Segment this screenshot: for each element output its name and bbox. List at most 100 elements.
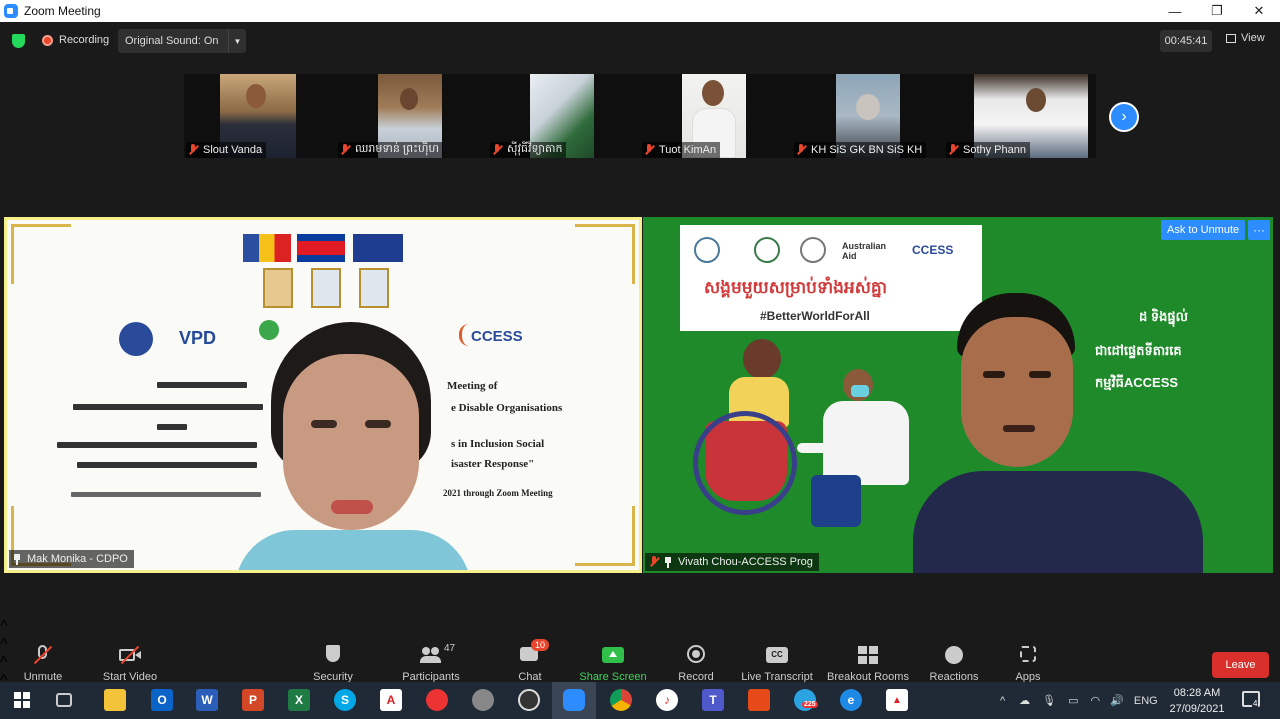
- window-title: Zoom Meeting: [24, 4, 101, 18]
- muted-mic-icon: [948, 144, 958, 156]
- record-button[interactable]: Record: [674, 618, 718, 690]
- itunes-icon[interactable]: ♪: [656, 689, 678, 711]
- participant-thumbnail[interactable]: KH SiS GK BN SiS KH: [792, 74, 944, 158]
- input-language[interactable]: ENG: [1134, 695, 1158, 707]
- restore-button[interactable]: ❐: [1196, 0, 1238, 22]
- portraits-row: [263, 268, 393, 310]
- microphone-icon[interactable]: 🎙: [1042, 694, 1056, 707]
- breakout-rooms-button[interactable]: Breakout Rooms: [826, 618, 910, 690]
- share-screen-button[interactable]: Share Screen: [578, 618, 648, 690]
- flags-row: [243, 234, 403, 262]
- pdf-icon[interactable]: ▲: [886, 689, 908, 711]
- participants-button[interactable]: 47 Participants: [400, 618, 462, 690]
- recording-indicator[interactable]: Recording: [42, 34, 109, 46]
- speaker-name: Mak Monika - CDPO: [27, 553, 128, 565]
- chat-button[interactable]: 10 Chat: [510, 618, 550, 690]
- active-speaker-tile[interactable]: VPD CCESS Meeting of e Disable Organisat…: [4, 217, 642, 573]
- decorative-corner: [575, 224, 635, 284]
- participant-thumbnail[interactable]: Sothy Phann: [944, 74, 1096, 158]
- speaker-icon[interactable]: 🔊: [1110, 694, 1124, 707]
- muted-mic-icon: [644, 144, 654, 156]
- next-participants-arrow-icon[interactable]: ›: [1109, 102, 1139, 132]
- muted-mic-icon: [796, 144, 806, 156]
- windows-start-icon[interactable]: [11, 689, 33, 711]
- cloud-icon[interactable]: ☁: [1019, 694, 1030, 707]
- app-icon[interactable]: [472, 689, 494, 711]
- edge-icon[interactable]: e: [840, 689, 862, 711]
- meeting-controls: Unmute ^ Start Video ^ Security 47 Parti…: [0, 618, 1280, 690]
- obs-icon[interactable]: [518, 689, 540, 711]
- participant-name-tag: ឈរាមទាន់ ព្រះហ៊ិហ: [338, 142, 443, 158]
- participant-thumbnail[interactable]: ស៊ីវុធីវិទ្យាតាក: [488, 74, 640, 158]
- minimize-button[interactable]: —: [1154, 0, 1196, 22]
- start-video-button[interactable]: Start Video: [100, 618, 160, 690]
- powerpoint-icon[interactable]: P: [242, 689, 264, 711]
- poster-hashtag: #BetterWorldForAll: [760, 309, 870, 323]
- poster-illustration: [693, 337, 943, 573]
- record-icon: [685, 645, 707, 665]
- close-button[interactable]: ✕: [1238, 0, 1280, 22]
- participant-video-tile[interactable]: Australian Aid CCESS សង្គមមួយសម្រាប់ទាំង…: [643, 217, 1273, 573]
- banner-line: s in Inclusion Social: [451, 438, 545, 450]
- clock-date: 27/09/2021: [1169, 703, 1225, 715]
- participant-name-tag: Sothy Phann: [946, 142, 1030, 158]
- participants-count: 47: [444, 643, 456, 654]
- wifi-icon[interactable]: ◠: [1091, 694, 1101, 707]
- chevron-down-icon[interactable]: ▼: [228, 29, 246, 53]
- video-off-icon: [119, 645, 141, 665]
- ask-to-unmute-button[interactable]: Ask to Unmute: [1161, 220, 1246, 240]
- view-button[interactable]: View: [1226, 32, 1265, 44]
- notification-center-icon[interactable]: 4: [1242, 691, 1260, 708]
- taskbar-clock[interactable]: 08:28 AM 27/09/2021: [1164, 685, 1230, 717]
- meeting-window: Recording Original Sound: On ▼ 00:45:41 …: [0, 22, 1280, 690]
- app-icon[interactable]: [426, 689, 448, 711]
- participant-name: Sothy Phann: [963, 144, 1026, 156]
- telegram-icon[interactable]: 225: [794, 689, 818, 711]
- outlook-icon[interactable]: O: [151, 689, 173, 711]
- participant-thumbnail[interactable]: Tuot KimAn: [640, 74, 792, 158]
- participant-name-tag: Vivath Chou-ACCESS Prog: [645, 553, 819, 571]
- unmute-button[interactable]: Unmute: [18, 618, 68, 690]
- file-explorer-icon[interactable]: [104, 689, 126, 711]
- original-sound-toggle[interactable]: Original Sound: On ▼: [118, 29, 246, 53]
- muted-mic-icon: [32, 645, 54, 665]
- acrobat-icon[interactable]: A: [380, 689, 402, 711]
- speaker-video: [235, 316, 471, 570]
- participant-name: ស៊ីវុធីវិទ្យាតាក: [507, 143, 563, 155]
- participant-thumbnail[interactable]: ឈរាមទាន់ ព្រះហ៊ិហ: [336, 74, 488, 158]
- partner-logos-row: Australian Aid CCESS: [690, 237, 980, 265]
- encryption-shield-icon[interactable]: [12, 34, 25, 48]
- recording-dot-icon: [42, 34, 53, 46]
- pin-icon: [13, 553, 21, 565]
- teams-icon[interactable]: T: [702, 689, 724, 711]
- australian-aid-logo: Australian Aid: [842, 241, 887, 261]
- chrome-icon[interactable]: [610, 689, 632, 711]
- security-button[interactable]: Security: [308, 618, 358, 690]
- muted-mic-icon: [340, 144, 350, 156]
- access-logo-swoosh-icon: [459, 324, 475, 346]
- battery-icon[interactable]: ▭: [1068, 694, 1078, 707]
- zoom-taskbar-active[interactable]: [552, 682, 596, 719]
- muted-mic-icon: [492, 144, 502, 156]
- chat-badge: 10: [531, 639, 550, 651]
- live-transcript-button[interactable]: CC Live Transcript: [740, 618, 814, 690]
- skype-icon[interactable]: S: [334, 689, 356, 711]
- apps-button[interactable]: Apps: [1008, 618, 1048, 690]
- access-logo: CCESS: [912, 243, 954, 257]
- leave-button[interactable]: Leave: [1212, 652, 1269, 678]
- task-view-icon[interactable]: [56, 693, 72, 707]
- title-bar: Zoom Meeting — ❐ ✕: [0, 0, 1280, 22]
- word-icon[interactable]: W: [196, 689, 218, 711]
- more-options-button[interactable]: ···: [1248, 220, 1270, 240]
- participant-name-tag: Tuot KimAn: [642, 142, 721, 158]
- participant-name-tag: Slout Vanda: [186, 142, 267, 158]
- reactions-button[interactable]: Reactions: [928, 618, 980, 690]
- banner-line: isaster Response": [451, 458, 535, 470]
- office-icon[interactable]: [748, 689, 770, 711]
- excel-icon[interactable]: X: [288, 689, 310, 711]
- participant-thumbnail[interactable]: Slout Vanda: [184, 74, 336, 158]
- meeting-top-bar: Recording Original Sound: On ▼ 00:45:41 …: [0, 22, 1280, 60]
- chevron-up-icon[interactable]: ^: [1000, 695, 1005, 707]
- speaker-name-tag: Mak Monika - CDPO: [9, 550, 134, 568]
- participant-video: [913, 285, 1273, 573]
